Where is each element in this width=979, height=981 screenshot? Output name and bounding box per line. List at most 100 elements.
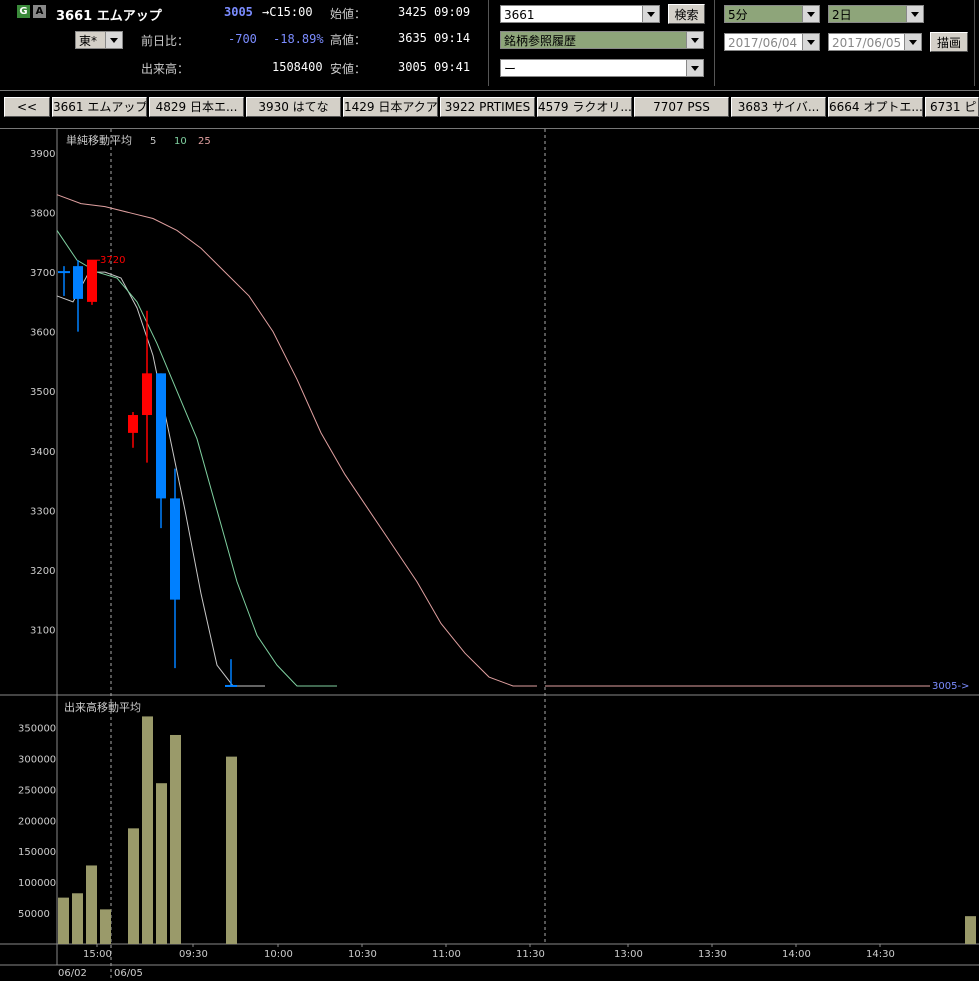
alert-icon[interactable]: A	[33, 5, 46, 18]
volume-panel-title: 出来高移動平均	[64, 700, 141, 714]
volume-tick-label: 50000	[18, 909, 50, 920]
tab-stock[interactable]: 7707 PSS	[634, 97, 729, 117]
tab-stock[interactable]: 6664 オプトエ...	[828, 97, 923, 117]
high-marker-label: 3720	[100, 255, 125, 266]
volume-tick-label: 100000	[18, 878, 56, 889]
ma25-line	[56, 194, 537, 687]
volume-tick-label: 350000	[18, 724, 56, 735]
tab-stock[interactable]: 3661 エムアップ	[52, 97, 147, 117]
date-label: 06/05	[114, 968, 143, 979]
volume-bar	[72, 893, 83, 944]
low-value: 3005	[398, 60, 427, 74]
tab-stock[interactable]: 3930 はてな	[246, 97, 341, 117]
candle-body	[170, 498, 180, 600]
span-select[interactable]: 2日	[828, 5, 924, 23]
price-tick-label: 3600	[30, 328, 55, 339]
tab-stock[interactable]: 4579 ラクオリ...	[537, 97, 632, 117]
g-icon[interactable]: G	[17, 5, 30, 18]
chart-area[interactable]: 3900 3800 3700 3600 3500 3400 3300 3200 3100 350…	[0, 129, 979, 981]
blank-select-value: ー	[504, 62, 517, 76]
volume-bar	[965, 916, 976, 944]
candle-body	[87, 260, 97, 302]
ma10-line	[56, 230, 337, 687]
time-tick-label: 13:00	[614, 949, 643, 960]
candle-body	[156, 373, 166, 499]
candles	[58, 260, 237, 687]
tab-stock[interactable]: 4829 日本エ...	[149, 97, 244, 117]
date-from-select[interactable]: 2017/06/04	[724, 33, 820, 51]
chevron-down-icon	[906, 6, 923, 22]
volume-bar	[142, 716, 153, 944]
price-tick-label: 3400	[30, 447, 55, 458]
volume-bar	[226, 756, 237, 944]
volume-tick-label: 250000	[18, 785, 56, 796]
span-select-value: 2日	[832, 8, 852, 22]
header-divider	[488, 0, 489, 86]
chevron-down-icon	[904, 34, 921, 50]
open-label: 始値：	[330, 7, 367, 21]
low-label: 安値：	[330, 62, 367, 76]
history-select[interactable]: 銘柄参照履歴	[500, 31, 704, 49]
tab-stock[interactable]: 3683 サイバ...	[731, 97, 826, 117]
volume-tick-label: 150000	[18, 847, 56, 858]
volume-bar	[100, 909, 111, 944]
interval-select[interactable]: 5分	[724, 5, 820, 23]
price-tick-label: 3100	[30, 625, 55, 636]
history-tab-bar: << 3661 エムアップ 4829 日本エ... 3930 はてな 1429 …	[4, 97, 979, 117]
blank-select[interactable]: ー	[500, 59, 704, 77]
last-price-marker: 3005->	[932, 681, 969, 692]
draw-button[interactable]: 描画	[930, 32, 968, 52]
change-label: 前日比：	[141, 34, 190, 48]
price-tick-label: 3200	[30, 566, 55, 577]
high-label: 高値：	[330, 33, 367, 47]
candle-body	[73, 266, 83, 299]
last-time: →C15:00	[262, 5, 313, 19]
price-tick-label: 3900	[30, 149, 55, 160]
header-bar: G A 3661 エムアップ 3005 →C15:00 始値： 3425 09:…	[0, 0, 979, 90]
volume-bar	[156, 783, 167, 944]
chevron-down-icon	[802, 6, 819, 22]
header-divider	[714, 0, 715, 86]
tab-stock[interactable]: 6731 ピ	[925, 97, 979, 117]
exchange-select[interactable]: 東*	[75, 31, 123, 49]
volume-bars	[58, 716, 976, 944]
chevron-down-icon	[686, 32, 703, 48]
date-to-value: 2017/06/05	[832, 36, 902, 50]
time-tick-label: 14:30	[866, 949, 895, 960]
high-time: 09:14	[434, 31, 471, 45]
tab-back-button[interactable]: <<	[4, 97, 50, 117]
volume-tick-label: 300000	[18, 754, 56, 765]
time-tick-label: 11:30	[516, 949, 545, 960]
tab-stock[interactable]: 3922 PRTIMES	[440, 97, 535, 117]
price-panel-title: 単純移動平均	[66, 133, 132, 147]
interval-select-value: 5分	[728, 8, 748, 22]
open-value: 3425	[398, 5, 427, 19]
search-button[interactable]: 検索	[668, 4, 705, 24]
price-tick-label: 3300	[30, 506, 55, 517]
time-tick-label: 13:30	[698, 949, 727, 960]
candle-body	[128, 415, 138, 433]
price-tick-label: 3500	[30, 387, 55, 398]
date-to-select[interactable]: 2017/06/05	[828, 33, 922, 51]
tab-stock[interactable]: 1429 日本アクア	[343, 97, 438, 117]
price-tick-label: 3700	[30, 268, 55, 279]
last-price: 3005	[224, 5, 253, 19]
header-divider	[974, 0, 975, 86]
code-input[interactable]: 3661	[500, 5, 660, 23]
date-label: 06/02	[58, 968, 87, 979]
volume-label: 出来高：	[141, 62, 190, 76]
time-tick-label: 10:30	[348, 949, 377, 960]
ma-legend-label: 5	[150, 136, 156, 147]
code-input-value: 3661	[504, 8, 535, 22]
ma-legend-label: 10	[174, 136, 187, 147]
price-tick-label: 3800	[30, 209, 55, 220]
ma-legend-label: 25	[198, 136, 211, 147]
volume-bar	[58, 897, 69, 944]
time-tick-label: 14:00	[782, 949, 811, 960]
time-tick-label: 11:00	[432, 949, 461, 960]
volume-value: 1508400	[272, 60, 323, 74]
change-value: -700	[228, 32, 257, 46]
ticker-title: 3661 エムアップ	[56, 9, 162, 24]
chevron-down-icon	[802, 34, 819, 50]
history-select-value: 銘柄参照履歴	[504, 34, 577, 48]
